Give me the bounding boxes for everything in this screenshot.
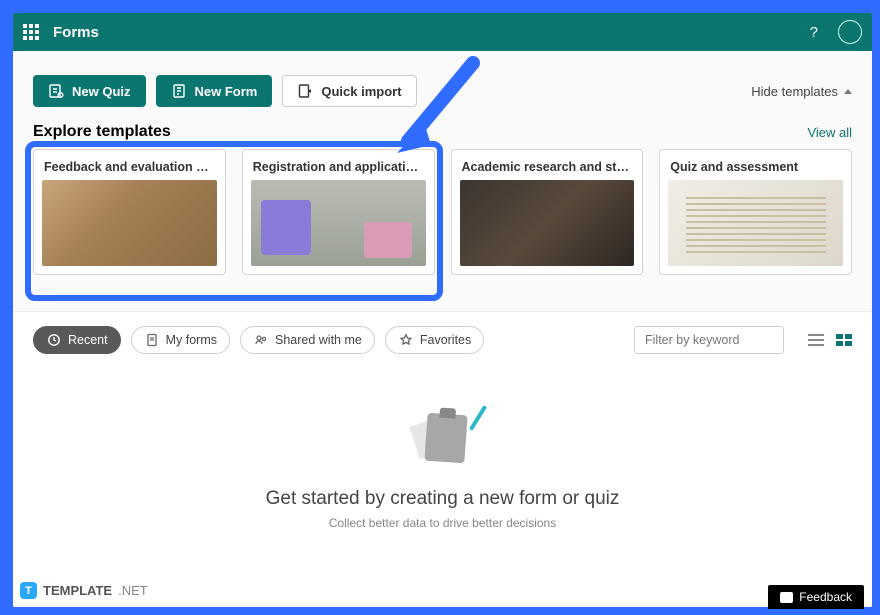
- filter-input[interactable]: [634, 326, 784, 354]
- template-title: Academic research and study: [452, 150, 643, 180]
- view-all-link[interactable]: View all: [807, 125, 852, 140]
- new-quiz-button[interactable]: New Quiz: [33, 75, 146, 107]
- templates-heading: Explore templates: [33, 123, 171, 141]
- people-icon: [253, 332, 269, 348]
- empty-state: Get started by creating a new form or qu…: [13, 368, 872, 607]
- templates-wrap: Feedback and evaluation su... Registrati…: [13, 149, 872, 311]
- templates-header: Explore templates View all: [13, 123, 872, 149]
- document-icon: [144, 332, 160, 348]
- empty-subtext: Collect better data to drive better deci…: [329, 516, 556, 530]
- quick-import-button[interactable]: Quick import: [282, 75, 416, 107]
- chevron-up-icon: [844, 89, 852, 94]
- new-form-button[interactable]: New Form: [156, 75, 273, 107]
- watermark-suffix: .NET: [118, 583, 148, 598]
- template-thumbnail: [42, 180, 217, 266]
- app-frame: Forms ? New Quiz New Form Quick import H…: [13, 13, 872, 607]
- new-form-label: New Form: [195, 84, 258, 99]
- chip-label: My forms: [166, 333, 217, 347]
- chip-label: Recent: [68, 333, 108, 347]
- template-card[interactable]: Feedback and evaluation su...: [33, 149, 226, 275]
- chat-icon: [780, 592, 793, 603]
- help-button[interactable]: ?: [810, 24, 818, 41]
- chip-label: Shared with me: [275, 333, 362, 347]
- template-title: Feedback and evaluation su...: [34, 150, 225, 180]
- quick-import-label: Quick import: [321, 84, 401, 99]
- content-area: Recent My forms Shared with me Favorites: [13, 311, 872, 607]
- new-quiz-label: New Quiz: [72, 84, 131, 99]
- template-thumbnail: [251, 180, 426, 266]
- chip-favorites[interactable]: Favorites: [385, 326, 484, 354]
- chip-recent[interactable]: Recent: [33, 326, 121, 354]
- empty-heading: Get started by creating a new form or qu…: [266, 488, 620, 510]
- chip-my-forms[interactable]: My forms: [131, 326, 230, 354]
- clock-icon: [46, 332, 62, 348]
- watermark-brand: TEMPLATE: [43, 583, 112, 598]
- template-grid: Feedback and evaluation su... Registrati…: [33, 149, 852, 275]
- template-thumbnail: [460, 180, 635, 266]
- watermark: T TEMPLATE .NET: [20, 582, 148, 599]
- template-title: Quiz and assessment: [660, 150, 851, 180]
- top-bar: Forms ?: [13, 13, 872, 51]
- list-view-icon[interactable]: [808, 334, 824, 346]
- app-launcher-icon[interactable]: [23, 24, 39, 40]
- template-card[interactable]: Academic research and study: [451, 149, 644, 275]
- template-card[interactable]: Registration and application...: [242, 149, 435, 275]
- app-title: Forms: [53, 24, 99, 41]
- hide-templates-toggle[interactable]: Hide templates: [751, 84, 852, 99]
- chip-shared[interactable]: Shared with me: [240, 326, 375, 354]
- import-icon: [297, 83, 313, 99]
- view-toggle: [808, 334, 852, 346]
- star-icon: [398, 332, 414, 348]
- feedback-label: Feedback: [799, 590, 852, 604]
- template-card[interactable]: Quiz and assessment: [659, 149, 852, 275]
- chip-label: Favorites: [420, 333, 471, 347]
- quiz-icon: [48, 83, 64, 99]
- account-avatar[interactable]: [838, 20, 862, 44]
- filter-row: Recent My forms Shared with me Favorites: [13, 312, 872, 368]
- action-bar: New Quiz New Form Quick import Hide temp…: [13, 51, 872, 123]
- template-thumbnail: [668, 180, 843, 266]
- feedback-button[interactable]: Feedback: [768, 585, 864, 609]
- grid-view-icon[interactable]: [836, 334, 852, 346]
- template-title: Registration and application...: [243, 150, 434, 180]
- empty-illustration: [408, 408, 478, 468]
- form-icon: [171, 83, 187, 99]
- hide-templates-label: Hide templates: [751, 84, 838, 99]
- watermark-badge-icon: T: [20, 582, 37, 599]
